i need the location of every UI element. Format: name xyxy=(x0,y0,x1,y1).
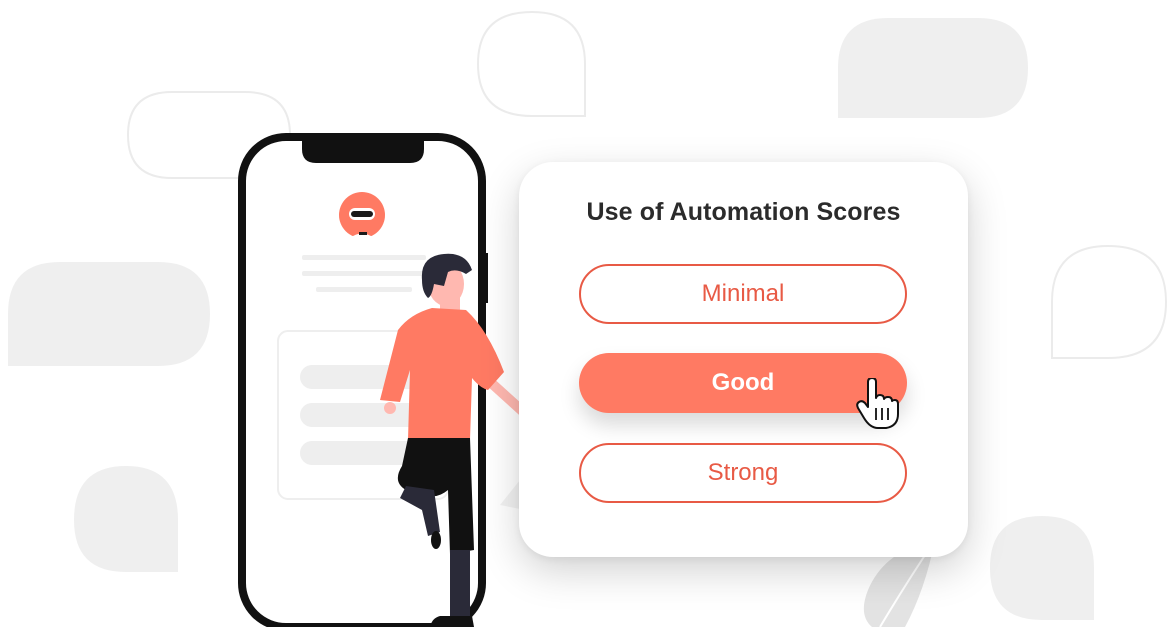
option-minimal-button[interactable]: Minimal xyxy=(579,264,907,324)
hand-pointer-cursor-icon xyxy=(856,378,899,429)
bubble-filled-bottomleft xyxy=(74,466,178,572)
bubble-filled-topright xyxy=(838,18,1028,118)
card-title: Use of Automation Scores xyxy=(586,198,901,226)
phone-notch xyxy=(302,141,424,163)
option-strong-button[interactable]: Strong xyxy=(579,443,907,503)
robot-avatar-icon xyxy=(339,192,385,238)
bubble-filled-left xyxy=(8,262,210,366)
bubble-outline-top xyxy=(476,10,586,117)
option-label: Minimal xyxy=(701,280,785,307)
option-label: Strong xyxy=(707,459,779,486)
bubble-outline-right xyxy=(1051,244,1168,359)
bubble-filled-bottomright xyxy=(990,516,1094,620)
option-label: Good xyxy=(711,369,775,396)
automation-score-card: Use of Automation Scores Minimal Good St… xyxy=(519,162,968,557)
